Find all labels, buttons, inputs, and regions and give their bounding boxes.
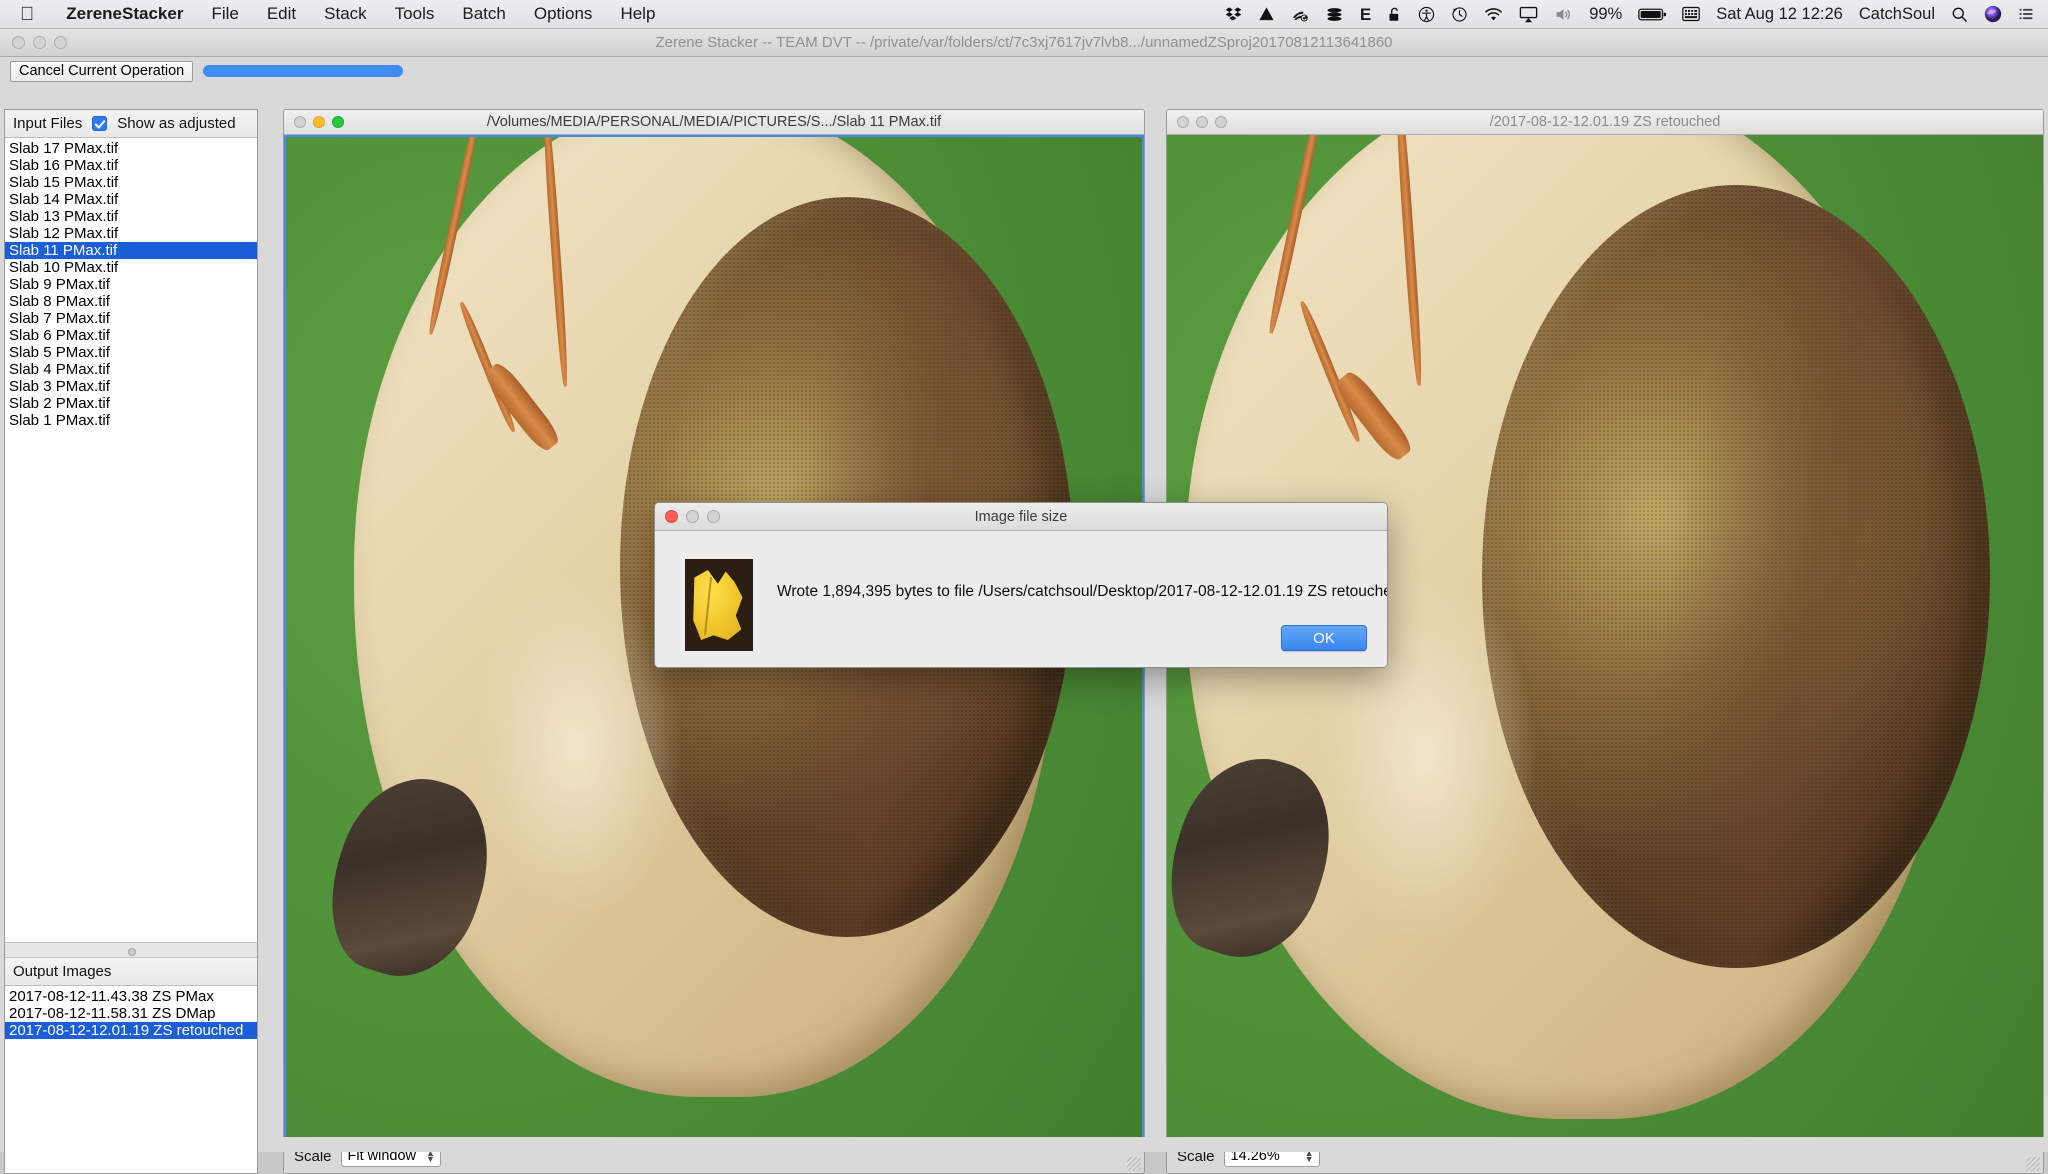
head-fuzz — [474, 577, 680, 917]
sidebar-split-handle[interactable] — [5, 942, 257, 958]
image-right-traffic-lights — [1167, 116, 1227, 128]
time-machine-icon[interactable] — [1451, 6, 1468, 23]
dialog-message: Wrote 1,894,395 bytes to file /Users/cat… — [777, 583, 1388, 600]
notification-center-icon[interactable] — [2018, 6, 2034, 22]
menubar-username[interactable]: CatchSoul — [1859, 5, 1935, 24]
output-images-label: Output Images — [13, 963, 112, 980]
dialog-ok-button[interactable]: OK — [1281, 625, 1367, 651]
input-file-list-item[interactable]: Slab 17 PMax.tif — [5, 140, 257, 157]
input-file-list-item[interactable]: Slab 8 PMax.tif — [5, 293, 257, 310]
zoom-button[interactable] — [54, 36, 67, 49]
dropbox-icon[interactable] — [1225, 6, 1242, 23]
image-right-minimize-button[interactable] — [1196, 116, 1208, 128]
input-source-icon[interactable] — [1682, 6, 1701, 22]
cancel-current-operation-button[interactable]: Cancel Current Operation — [10, 60, 194, 82]
close-button[interactable] — [12, 36, 25, 49]
output-images-panel: Output Images 2017-08-12-11.43.38 ZS PMa… — [5, 958, 257, 1173]
output-images-header: Output Images — [5, 958, 257, 986]
image-window-left-titlebar: /Volumes/MEDIA/PERSONAL/MEDIA/PICTURES/S… — [284, 110, 1144, 135]
dialog-zoom-button[interactable] — [707, 510, 720, 523]
menu-tools[interactable]: Tools — [381, 4, 449, 24]
input-file-list-item[interactable]: Slab 4 PMax.tif — [5, 361, 257, 378]
show-as-adjusted-checkbox[interactable] — [92, 116, 108, 131]
accessibility-icon[interactable] — [1418, 6, 1435, 23]
resize-grip-left[interactable] — [1127, 1157, 1141, 1171]
output-image-list-item[interactable]: 2017-08-12-11.43.38 ZS PMax — [5, 988, 257, 1005]
input-file-list-item[interactable]: Slab 13 PMax.tif — [5, 208, 257, 225]
storage-icon[interactable] — [1325, 6, 1344, 23]
evernote-icon[interactable]: E — [1360, 6, 1371, 23]
input-file-list-item[interactable]: Slab 7 PMax.tif — [5, 310, 257, 327]
menu-batch[interactable]: Batch — [448, 4, 519, 24]
input-file-list-item[interactable]: Slab 16 PMax.tif — [5, 157, 257, 174]
window-bottom-strip — [283, 1137, 2044, 1152]
volume-icon[interactable] — [1554, 6, 1573, 23]
operation-toolbar: Cancel Current Operation — [0, 57, 2048, 85]
input-file-list-item[interactable]: Slab 12 PMax.tif — [5, 225, 257, 242]
dialog-traffic-lights — [655, 510, 720, 523]
menu-options[interactable]: Options — [520, 4, 607, 24]
main-window-titlebar: Zerene Stacker -- TEAM DVT -- /private/v… — [0, 29, 2048, 57]
show-as-adjusted-label: Show as adjusted — [117, 115, 236, 132]
input-file-list-item[interactable]: Slab 14 PMax.tif — [5, 191, 257, 208]
image-left-traffic-lights — [284, 116, 344, 128]
menubar-status-area: E 99% Sat Aug 12 12:26 CatchSoul — [1225, 5, 2048, 24]
output-images-list[interactable]: 2017-08-12-11.43.38 ZS PMax 2017-08-12-11… — [5, 986, 257, 1173]
menu-app-name[interactable]: ZereneStacker — [52, 4, 197, 24]
image-left-zoom-button[interactable] — [332, 116, 344, 128]
dialog-title: Image file size — [974, 508, 1068, 525]
input-file-list-item[interactable]: Slab 15 PMax.tif — [5, 174, 257, 191]
wifi-icon[interactable] — [1484, 6, 1503, 23]
menu-stack[interactable]: Stack — [310, 4, 381, 24]
battery-icon[interactable] — [1638, 7, 1667, 22]
main-window-title: Zerene Stacker -- TEAM DVT -- /private/v… — [655, 34, 1393, 51]
input-files-header: Input Files Show as adjusted — [5, 110, 257, 138]
search-icon[interactable] — [1951, 6, 1968, 23]
battery-percent[interactable]: 99% — [1589, 5, 1622, 24]
input-file-list-item[interactable]: Slab 5 PMax.tif — [5, 344, 257, 361]
dialog-close-button[interactable] — [665, 510, 678, 523]
dialog-minimize-button[interactable] — [686, 510, 699, 523]
butterfly-wing-thumbnail-icon — [685, 559, 753, 651]
input-file-list-item[interactable]: Slab 2 PMax.tif — [5, 395, 257, 412]
dialog-titlebar: Image file size — [655, 503, 1387, 531]
output-image-list-item[interactable]: 2017-08-12-11.58.31 ZS DMap — [5, 1005, 257, 1022]
output-image-list-item[interactable]: 2017-08-12-12.01.19 ZS retouched — [5, 1022, 257, 1039]
menu-file[interactable]: File — [197, 4, 252, 24]
siri-icon[interactable] — [1984, 5, 2002, 23]
airplay-icon[interactable] — [1519, 6, 1538, 23]
lock-icon[interactable] — [1387, 6, 1402, 23]
apple-icon[interactable]:  — [0, 5, 52, 24]
sync-icon[interactable] — [1291, 6, 1309, 23]
input-file-list-item[interactable]: Slab 11 PMax.tif — [5, 242, 257, 259]
google-drive-icon[interactable] — [1258, 6, 1275, 23]
files-sidebar: Input Files Show as adjusted Slab 17 PMa… — [4, 109, 258, 1174]
input-file-list-item[interactable]: Slab 6 PMax.tif — [5, 327, 257, 344]
image-file-size-dialog: Image file size Wrote 1,894,395 bytes to… — [654, 502, 1388, 668]
eye-ridge-highlight — [1482, 185, 1991, 969]
input-file-list-item[interactable]: Slab 9 PMax.tif — [5, 276, 257, 293]
menu-help[interactable]: Help — [606, 4, 669, 24]
image-right-close-button[interactable] — [1177, 116, 1189, 128]
resize-grip-right[interactable] — [2026, 1157, 2040, 1171]
image-left-close-button[interactable] — [294, 116, 306, 128]
image-window-right-title: /2017-08-12-12.01.19 ZS retouched — [1489, 114, 1721, 130]
input-file-list-item[interactable]: Slab 3 PMax.tif — [5, 378, 257, 395]
image-right-zoom-button[interactable] — [1215, 116, 1227, 128]
input-file-list-item[interactable]: Slab 1 PMax.tif — [5, 412, 257, 429]
input-file-list-item[interactable]: Slab 10 PMax.tif — [5, 259, 257, 276]
input-files-list[interactable]: Slab 17 PMax.tif Slab 16 PMax.tif Slab 15 … — [5, 138, 257, 942]
image-window-right-titlebar: /2017-08-12-12.01.19 ZS retouched — [1167, 110, 2043, 135]
macos-menubar:  ZereneStacker File Edit Stack Tools Ba… — [0, 0, 2048, 29]
input-files-label: Input Files — [13, 115, 83, 132]
operation-progress-bar — [203, 65, 404, 77]
dialog-body: Wrote 1,894,395 bytes to file /Users/cat… — [655, 531, 1388, 667]
image-left-minimize-button[interactable] — [313, 116, 325, 128]
minimize-button[interactable] — [33, 36, 46, 49]
window-traffic-lights — [0, 36, 67, 49]
image-window-left-title: /Volumes/MEDIA/PERSONAL/MEDIA/PICTURES/S… — [486, 114, 942, 130]
menu-edit[interactable]: Edit — [253, 4, 310, 24]
wing-shape — [693, 570, 743, 640]
menubar-datetime[interactable]: Sat Aug 12 12:26 — [1716, 5, 1843, 24]
